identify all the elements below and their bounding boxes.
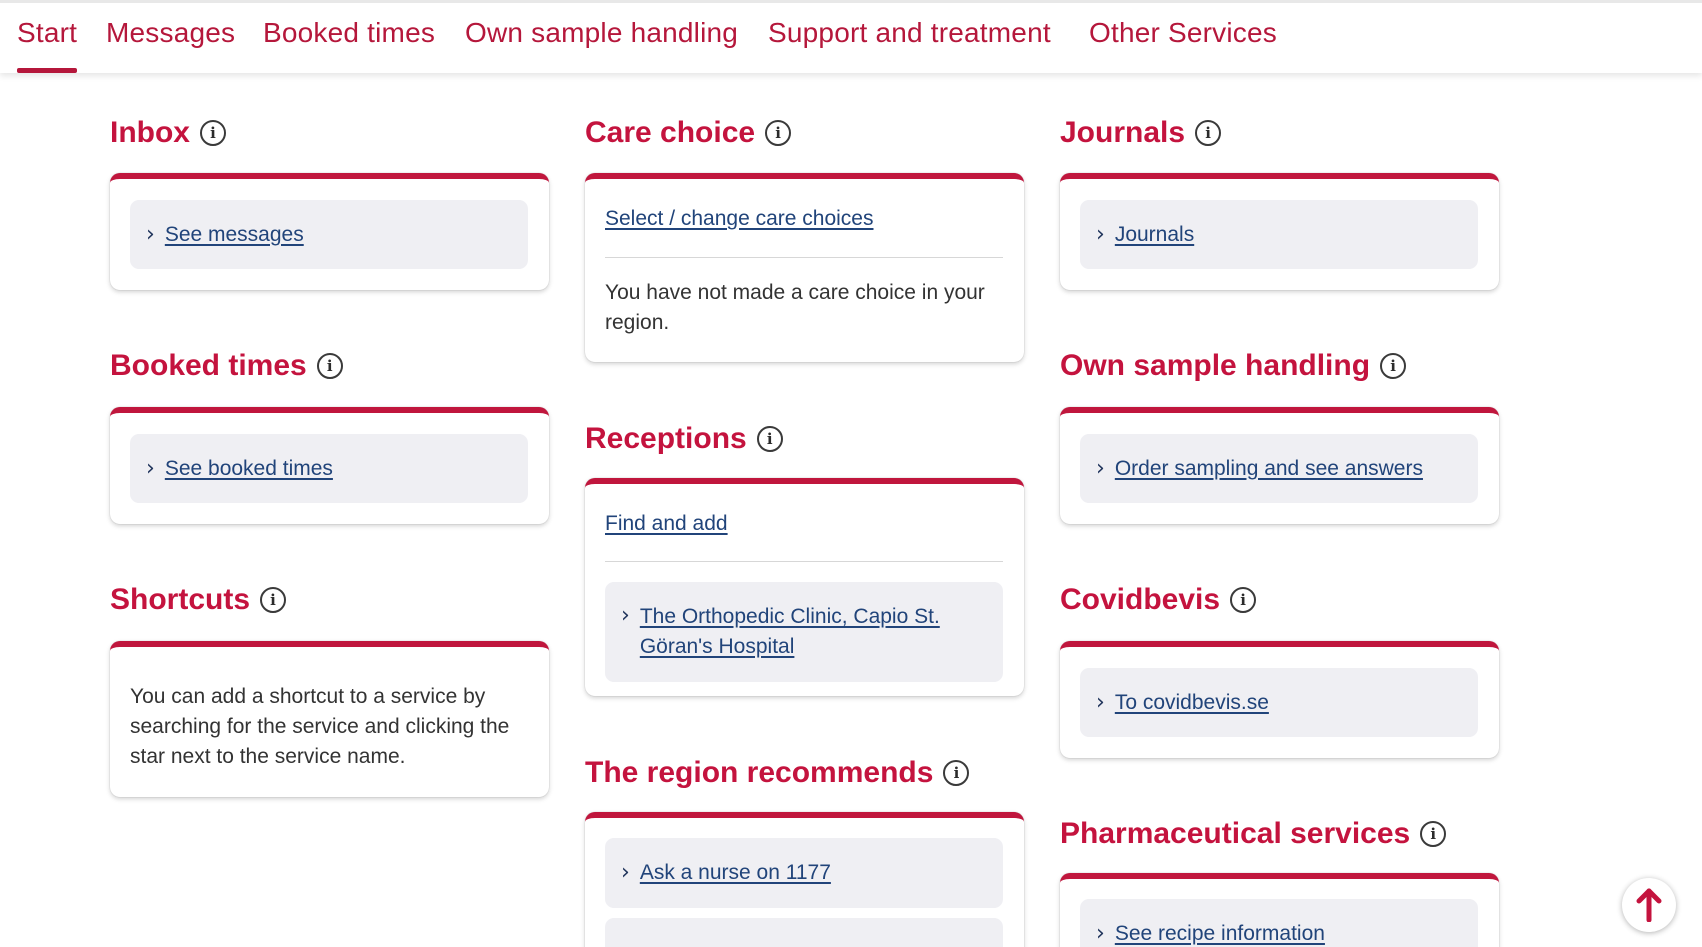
tab-messages[interactable]: Messages <box>106 17 235 49</box>
chevron-right-icon: › <box>621 603 630 628</box>
shortcuts-title: Shortcuts <box>110 583 251 616</box>
recipe-info-link-box[interactable]: › See recipe information <box>1080 899 1478 947</box>
region-recommends-card: › Ask a nurse on 1177 <box>585 812 1024 947</box>
see-messages-link-box[interactable]: › See messages <box>130 200 528 269</box>
order-sampling-link[interactable]: Order sampling and see answers <box>1115 454 1423 484</box>
ask-nurse-link[interactable]: Ask a nurse on 1177 <box>640 858 831 888</box>
back-to-top-button[interactable] <box>1622 878 1676 932</box>
main-navigation: Start Messages Booked times Own sample h… <box>0 0 1702 73</box>
arrow-up-icon <box>1636 888 1662 922</box>
select-care-choices-link[interactable]: Select / change care choices <box>605 207 874 231</box>
region-recommends-title: The region recommends <box>585 756 934 789</box>
info-icon[interactable]: i <box>1420 821 1447 847</box>
care-choice-card: Select / change care choices You have no… <box>585 173 1024 362</box>
see-booked-times-link-box[interactable]: › See booked times <box>130 434 528 503</box>
chevron-right-icon: › <box>146 221 155 247</box>
tab-support-and-treatment[interactable]: Support and treatment <box>768 17 1051 49</box>
covidbevis-card: › To covidbevis.se <box>1060 641 1499 758</box>
receptions-title: Receptions <box>585 422 747 455</box>
info-icon[interactable]: i <box>1380 353 1407 379</box>
info-icon[interactable]: i <box>943 760 970 786</box>
info-icon[interactable]: i <box>756 426 783 452</box>
care-choice-heading: Care choice i <box>585 116 792 150</box>
pharma-card: › See recipe information <box>1060 873 1499 947</box>
reception-item-box[interactable]: › The Orthopedic Clinic, Capio St. Göran… <box>605 582 1003 682</box>
inbox-title: Inbox <box>110 116 190 149</box>
journals-heading: Journals i <box>1060 116 1222 150</box>
shortcuts-description: You can add a shortcut to a service by s… <box>130 685 510 768</box>
region-recommends-next-item[interactable] <box>605 918 1003 947</box>
chevron-right-icon: › <box>1096 921 1105 946</box>
divider <box>605 257 1003 258</box>
chevron-right-icon: › <box>1096 221 1105 247</box>
chevron-right-icon: › <box>146 455 155 481</box>
shortcuts-card: You can add a shortcut to a service by s… <box>110 641 549 797</box>
see-booked-times-link[interactable]: See booked times <box>165 454 333 484</box>
info-icon[interactable]: i <box>200 120 226 146</box>
journals-link[interactable]: Journals <box>1115 220 1194 250</box>
journals-card: › Journals <box>1060 173 1499 290</box>
chevron-right-icon: › <box>621 860 630 885</box>
booked-times-title: Booked times <box>110 349 307 382</box>
see-messages-link[interactable]: See messages <box>165 220 304 250</box>
journals-link-box[interactable]: › Journals <box>1080 200 1478 269</box>
info-icon[interactable]: i <box>316 353 343 379</box>
care-choice-status-text: You have not made a care choice in your … <box>605 281 985 334</box>
info-icon[interactable]: i <box>260 587 287 613</box>
region-recommends-heading: The region recommends i <box>585 756 970 790</box>
info-icon[interactable]: i <box>1195 120 1222 146</box>
care-choice-title: Care choice <box>585 116 756 149</box>
covidbevis-heading: Covidbevis i <box>1060 583 1257 617</box>
chevron-right-icon: › <box>1096 689 1105 715</box>
own-sample-card: › Order sampling and see answers <box>1060 407 1499 524</box>
pharma-title: Pharmaceutical services <box>1060 817 1411 850</box>
receptions-card: Find and add › The Orthopedic Clinic, Ca… <box>585 478 1024 696</box>
receptions-heading: Receptions i <box>585 422 783 456</box>
covidbevis-link-box[interactable]: › To covidbevis.se <box>1080 668 1478 737</box>
inbox-heading: Inbox i <box>110 116 226 150</box>
booked-times-heading: Booked times i <box>110 349 343 383</box>
tab-other-services[interactable]: Other Services <box>1089 17 1277 49</box>
info-icon[interactable]: i <box>765 120 792 146</box>
tab-start[interactable]: Start <box>17 17 78 73</box>
info-icon[interactable]: i <box>1230 587 1257 613</box>
booked-times-card: › See booked times <box>110 407 549 524</box>
shortcuts-heading: Shortcuts i <box>110 583 287 617</box>
chevron-right-icon: › <box>1096 455 1105 481</box>
recipe-info-link[interactable]: See recipe information <box>1115 919 1325 947</box>
reception-item-link[interactable]: The Orthopedic Clinic, Capio St. Göran's… <box>640 602 960 662</box>
inbox-card: › See messages <box>110 173 549 290</box>
tab-booked-times[interactable]: Booked times <box>263 17 435 49</box>
journals-title: Journals <box>1060 116 1186 149</box>
ask-nurse-link-box[interactable]: › Ask a nurse on 1177 <box>605 838 1003 908</box>
covidbevis-link[interactable]: To covidbevis.se <box>1115 688 1269 718</box>
own-sample-title: Own sample handling <box>1060 349 1371 382</box>
tab-own-sample-handling[interactable]: Own sample handling <box>465 17 738 49</box>
covidbevis-title: Covidbevis <box>1060 583 1221 616</box>
pharma-heading: Pharmaceutical services i <box>1060 817 1447 851</box>
own-sample-heading: Own sample handling i <box>1060 349 1407 383</box>
order-sampling-link-box[interactable]: › Order sampling and see answers <box>1080 434 1478 503</box>
divider <box>605 561 1003 562</box>
find-and-add-link[interactable]: Find and add <box>605 512 728 536</box>
